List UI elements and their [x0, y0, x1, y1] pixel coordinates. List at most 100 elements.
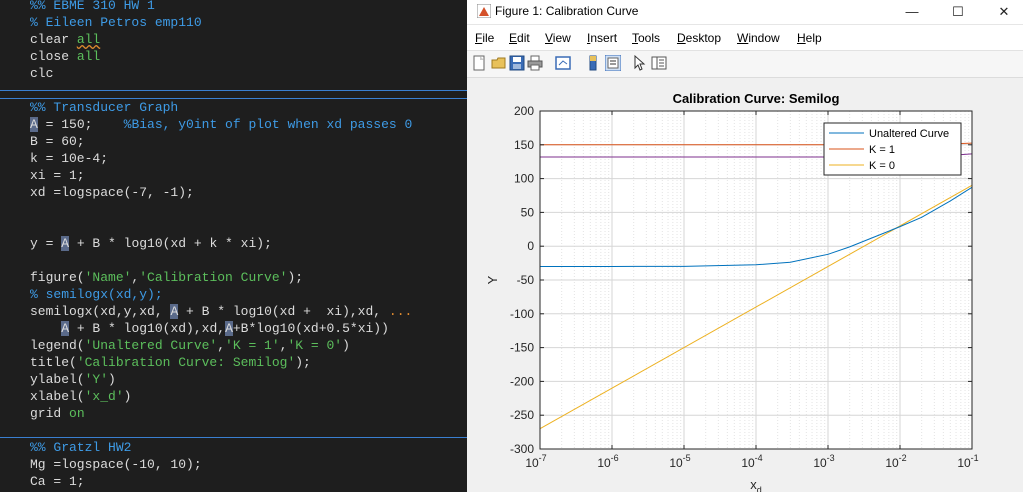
menu-item-label: ile — [482, 31, 495, 45]
new-figure-icon[interactable] — [471, 55, 487, 71]
code-token: A — [30, 117, 38, 132]
menu-item[interactable]: Help — [797, 31, 822, 45]
code-token: , — [217, 338, 226, 353]
code-token: %% Gratzl HW2 — [30, 440, 132, 455]
code-line[interactable]: Ca = 1; — [30, 473, 85, 490]
save-icon[interactable] — [509, 55, 525, 71]
code-token: 'x_d' — [84, 389, 124, 404]
x-tick-label: 10-5 — [669, 453, 690, 470]
code-token: ) — [123, 389, 132, 404]
code-token: legend( — [30, 338, 85, 353]
menu-item-label: esktop — [685, 31, 722, 45]
minimize-button[interactable]: — — [897, 2, 927, 22]
code-token: k = 10e-4; — [30, 151, 109, 166]
code-token: xd =logspace(-7, -1); — [30, 185, 194, 200]
code-token: + B * log10(xd),xd, — [69, 321, 226, 336]
menu-item-access-key: H — [797, 31, 806, 45]
code-line[interactable]: grid on — [30, 405, 85, 422]
y-tick-label: -250 — [510, 408, 534, 422]
code-token: semilogx(xd,y,xd, — [30, 304, 171, 319]
edit-plot-arrow-icon[interactable] — [631, 55, 647, 71]
code-token: clear — [30, 32, 77, 47]
code-token: ); — [287, 270, 304, 285]
code-token: figure( — [30, 270, 85, 285]
code-token: A — [61, 321, 70, 336]
code-line[interactable]: title('Calibration Curve: Semilog'); — [30, 354, 311, 371]
x-axis-label: xd — [750, 477, 762, 492]
menu-item[interactable]: Tools — [632, 31, 660, 45]
menu-item[interactable]: Insert — [587, 31, 617, 45]
code-token: + B * log10(xd + k * xi); — [69, 236, 272, 251]
code-line[interactable]: A + B * log10(xd),xd,A+B*log10(xd+0.5*xi… — [30, 320, 389, 337]
code-token: B = 60; — [30, 134, 85, 149]
code-token: clc — [30, 66, 54, 81]
menu-item-access-key: E — [509, 31, 518, 45]
code-line[interactable]: semilogx(xd,y,xd, A + B * log10(xd + xi)… — [30, 303, 412, 320]
code-token: %Bias, y0int of plot when xd passes 0 — [123, 117, 413, 132]
menu-item[interactable]: Window — [737, 31, 780, 45]
code-line[interactable]: k = 10e-4; — [30, 150, 108, 167]
code-line[interactable]: %% Gratzl HW2 — [30, 439, 131, 456]
code-token: title( — [30, 355, 77, 370]
colorbar-icon[interactable] — [585, 55, 601, 71]
menu-item[interactable]: Desktop — [677, 31, 721, 45]
y-tick-label: -300 — [510, 442, 534, 456]
menu-item[interactable]: View — [545, 31, 571, 45]
code-line[interactable]: A = 150; %Bias, y0int of plot when xd pa… — [30, 116, 412, 133]
menu-item[interactable]: File — [475, 31, 494, 45]
figure-toolbar — [467, 50, 1023, 78]
print-icon[interactable] — [527, 55, 543, 71]
menu-item-label: dit — [517, 31, 530, 45]
code-line[interactable]: figure('Name','Calibration Curve'); — [30, 269, 303, 286]
code-token: ); — [295, 355, 311, 370]
cell-divider — [0, 437, 467, 438]
code-line[interactable]: xi = 1; — [30, 167, 85, 184]
code-token: 'Unaltered Curve' — [84, 338, 218, 353]
code-token: ... — [388, 304, 413, 319]
code-token: grid — [30, 406, 70, 421]
code-token: 'K = 0' — [287, 338, 343, 353]
legend-icon[interactable] — [605, 55, 621, 71]
y-tick-label: 50 — [521, 205, 535, 219]
x-tick-label: 10-6 — [597, 453, 618, 470]
calibration-chart[interactable]: 200 150 100 50 0 -50 -100 -150 -200 -250 -30010-7 1… — [467, 78, 1023, 492]
y-tick-label: 200 — [514, 104, 534, 118]
plot-area: 200 150 100 50 0 -50 -100 -150 -200 -250 -300 10-7 1… — [467, 78, 1023, 492]
code-token: A — [225, 321, 233, 336]
code-token: on — [69, 406, 85, 421]
menu-bar: File Edit View Insert Tools Desktop Window Help — [467, 28, 1023, 48]
code-line[interactable]: xd =logspace(-7, -1); — [30, 184, 194, 201]
y-tick-label: 0 — [527, 239, 534, 253]
link-plot-icon[interactable] — [555, 55, 571, 71]
y-tick-label: -100 — [510, 307, 534, 321]
code-line[interactable]: %% Transducer Graph — [30, 99, 178, 116]
menu-item-label: elp — [805, 31, 822, 45]
code-line[interactable]: xlabel('x_d') — [30, 388, 131, 405]
open-file-icon[interactable] — [491, 55, 507, 71]
code-line[interactable]: B = 60; — [30, 133, 85, 150]
code-line[interactable]: clear all — [30, 31, 100, 48]
code-line[interactable]: y = A + B * log10(xd + k * xi); — [30, 235, 272, 252]
code-line[interactable]: % Eileen Petros emp110 — [30, 14, 202, 31]
y-axis-label: Y — [485, 275, 500, 284]
code-line[interactable]: Mg =logspace(-10, 10); — [30, 456, 202, 473]
y-tick-label: 100 — [514, 172, 534, 186]
code-token: all — [76, 32, 101, 47]
cell-divider — [0, 90, 467, 91]
menu-item[interactable]: Edit — [509, 31, 530, 45]
code-line[interactable]: clc — [30, 65, 53, 82]
code-line[interactable]: %% EBME 310 HW 1 — [30, 0, 155, 14]
code-token: Mg =logspace(-10, 10); — [30, 457, 202, 472]
menu-item-access-key: W — [737, 31, 749, 45]
code-editor[interactable]: %% EBME 310 HW 1% Eileen Petros emp110 cl… — [0, 0, 467, 492]
code-line[interactable]: ylabel('Y') — [30, 371, 116, 388]
code-line[interactable]: % semilogx(xd,y); — [30, 286, 163, 303]
code-line[interactable]: legend('Unaltered Curve','K = 1','K = 0'… — [30, 337, 350, 354]
code-line[interactable]: close all — [30, 48, 100, 65]
property-inspector-icon[interactable] — [651, 55, 667, 71]
menu-item-label: ools — [638, 31, 661, 45]
y-tick-label: -50 — [517, 273, 535, 287]
close-button[interactable]: ✕ — [989, 2, 1019, 22]
maximize-button[interactable]: ☐ — [943, 2, 973, 22]
